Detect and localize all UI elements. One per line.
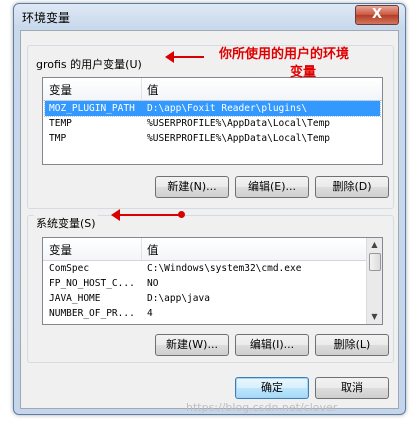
vertical-scrollbar[interactable]: ▲ ▼ [366, 238, 382, 324]
dialog-client-area: grofis 的用户变量(U) 变量 值 MOZ_PLUGIN_PATH D:\… [20, 30, 399, 409]
list-item[interactable]: JAVA_HOME D:\app\java [45, 291, 365, 306]
scroll-up-arrow-icon[interactable]: ▲ [367, 238, 382, 252]
window-title: 环境变量 [22, 11, 71, 25]
user-variables-header: 变量 值 [43, 78, 382, 101]
environment-variables-dialog: 环境变量 X grofis 的用户变量(U) 变量 值 MOZ_PLUGIN_P… [13, 3, 406, 415]
user-variables-label: grofis 的用户变量(U) [34, 56, 144, 72]
column-header-value[interactable]: 值 [147, 242, 159, 258]
variable-value: %USERPROFILE%\AppData\Local\Temp [147, 118, 331, 129]
arrowhead-icon [165, 51, 174, 63]
variable-name: JAVA_HOME [49, 293, 101, 304]
variable-value: NO [147, 278, 159, 289]
variable-value: C:\Windows\system32\cmd.exe [147, 263, 302, 274]
system-variables-list[interactable]: 变量 值 ComSpec C:\Windows\system32\cmd.exe… [42, 237, 383, 325]
cancel-button[interactable]: 取消 [315, 377, 389, 399]
arrow-tail-dot-icon [178, 211, 185, 218]
system-variables-label: 系统变量(S) [34, 215, 98, 231]
system-edit-button[interactable]: 编辑(I)... [235, 334, 309, 356]
list-item[interactable]: TEMP %USERPROFILE%\AppData\Local\Temp [45, 116, 380, 131]
user-edit-button[interactable]: 编辑(E)... [235, 176, 309, 198]
list-item[interactable]: TMP %USERPROFILE%\AppData\Local\Temp [45, 131, 380, 146]
column-header-value[interactable]: 值 [147, 82, 159, 98]
list-item-selected[interactable]: MOZ_PLUGIN_PATH D:\app\Foxit Reader\plug… [44, 100, 381, 117]
arrowhead-icon [111, 209, 120, 221]
title-bar: 环境变量 X [14, 4, 405, 30]
close-button[interactable]: X [355, 5, 399, 25]
scroll-down-arrow-icon[interactable]: ▼ [367, 310, 382, 324]
annotation-text-line2: 变量 [290, 65, 317, 80]
annotation-arrow-icon [111, 209, 185, 221]
scroll-thumb[interactable] [369, 253, 381, 271]
user-new-button[interactable]: 新建(N)... [155, 176, 229, 198]
column-header-name[interactable]: 变量 [49, 82, 72, 98]
user-delete-button[interactable]: 删除(D) [315, 176, 389, 198]
list-item[interactable]: FP_NO_HOST_C... NO [45, 276, 365, 291]
system-variables-header: 变量 值 [43, 238, 382, 261]
user-variables-list[interactable]: 变量 值 MOZ_PLUGIN_PATH D:\app\Foxit Reader… [42, 77, 383, 165]
variable-name: FP_NO_HOST_C... [49, 278, 135, 289]
variable-value: %USERPROFILE%\AppData\Local\Temp [147, 133, 331, 144]
column-divider[interactable] [141, 78, 142, 100]
system-new-button[interactable]: 新建(W)... [155, 334, 229, 356]
column-divider[interactable] [141, 238, 142, 260]
variable-value: D:\app\java [147, 293, 210, 304]
variable-name: ComSpec [49, 263, 90, 274]
annotation-arrow-icon [165, 51, 204, 63]
list-item[interactable]: ComSpec C:\Windows\system32\cmd.exe [45, 261, 365, 276]
variable-value: D:\app\Foxit Reader\plugins\ [147, 103, 308, 114]
system-delete-button[interactable]: 删除(L) [315, 334, 389, 356]
variable-value: 4 [147, 308, 153, 319]
column-header-name[interactable]: 变量 [49, 242, 72, 258]
watermark: https://blog.csdn.net/clover [186, 401, 338, 414]
variable-name: MOZ_PLUGIN_PATH [49, 103, 135, 114]
variable-name: NUMBER_OF_PR... [49, 308, 135, 319]
variable-name: TMP [49, 133, 67, 144]
list-item[interactable]: NUMBER_OF_PR... 4 [45, 306, 365, 321]
ok-button[interactable]: 确定 [235, 377, 309, 399]
annotation-text-line1: 你所使用的用户的环境 [219, 47, 350, 62]
variable-name: TEMP [49, 118, 72, 129]
